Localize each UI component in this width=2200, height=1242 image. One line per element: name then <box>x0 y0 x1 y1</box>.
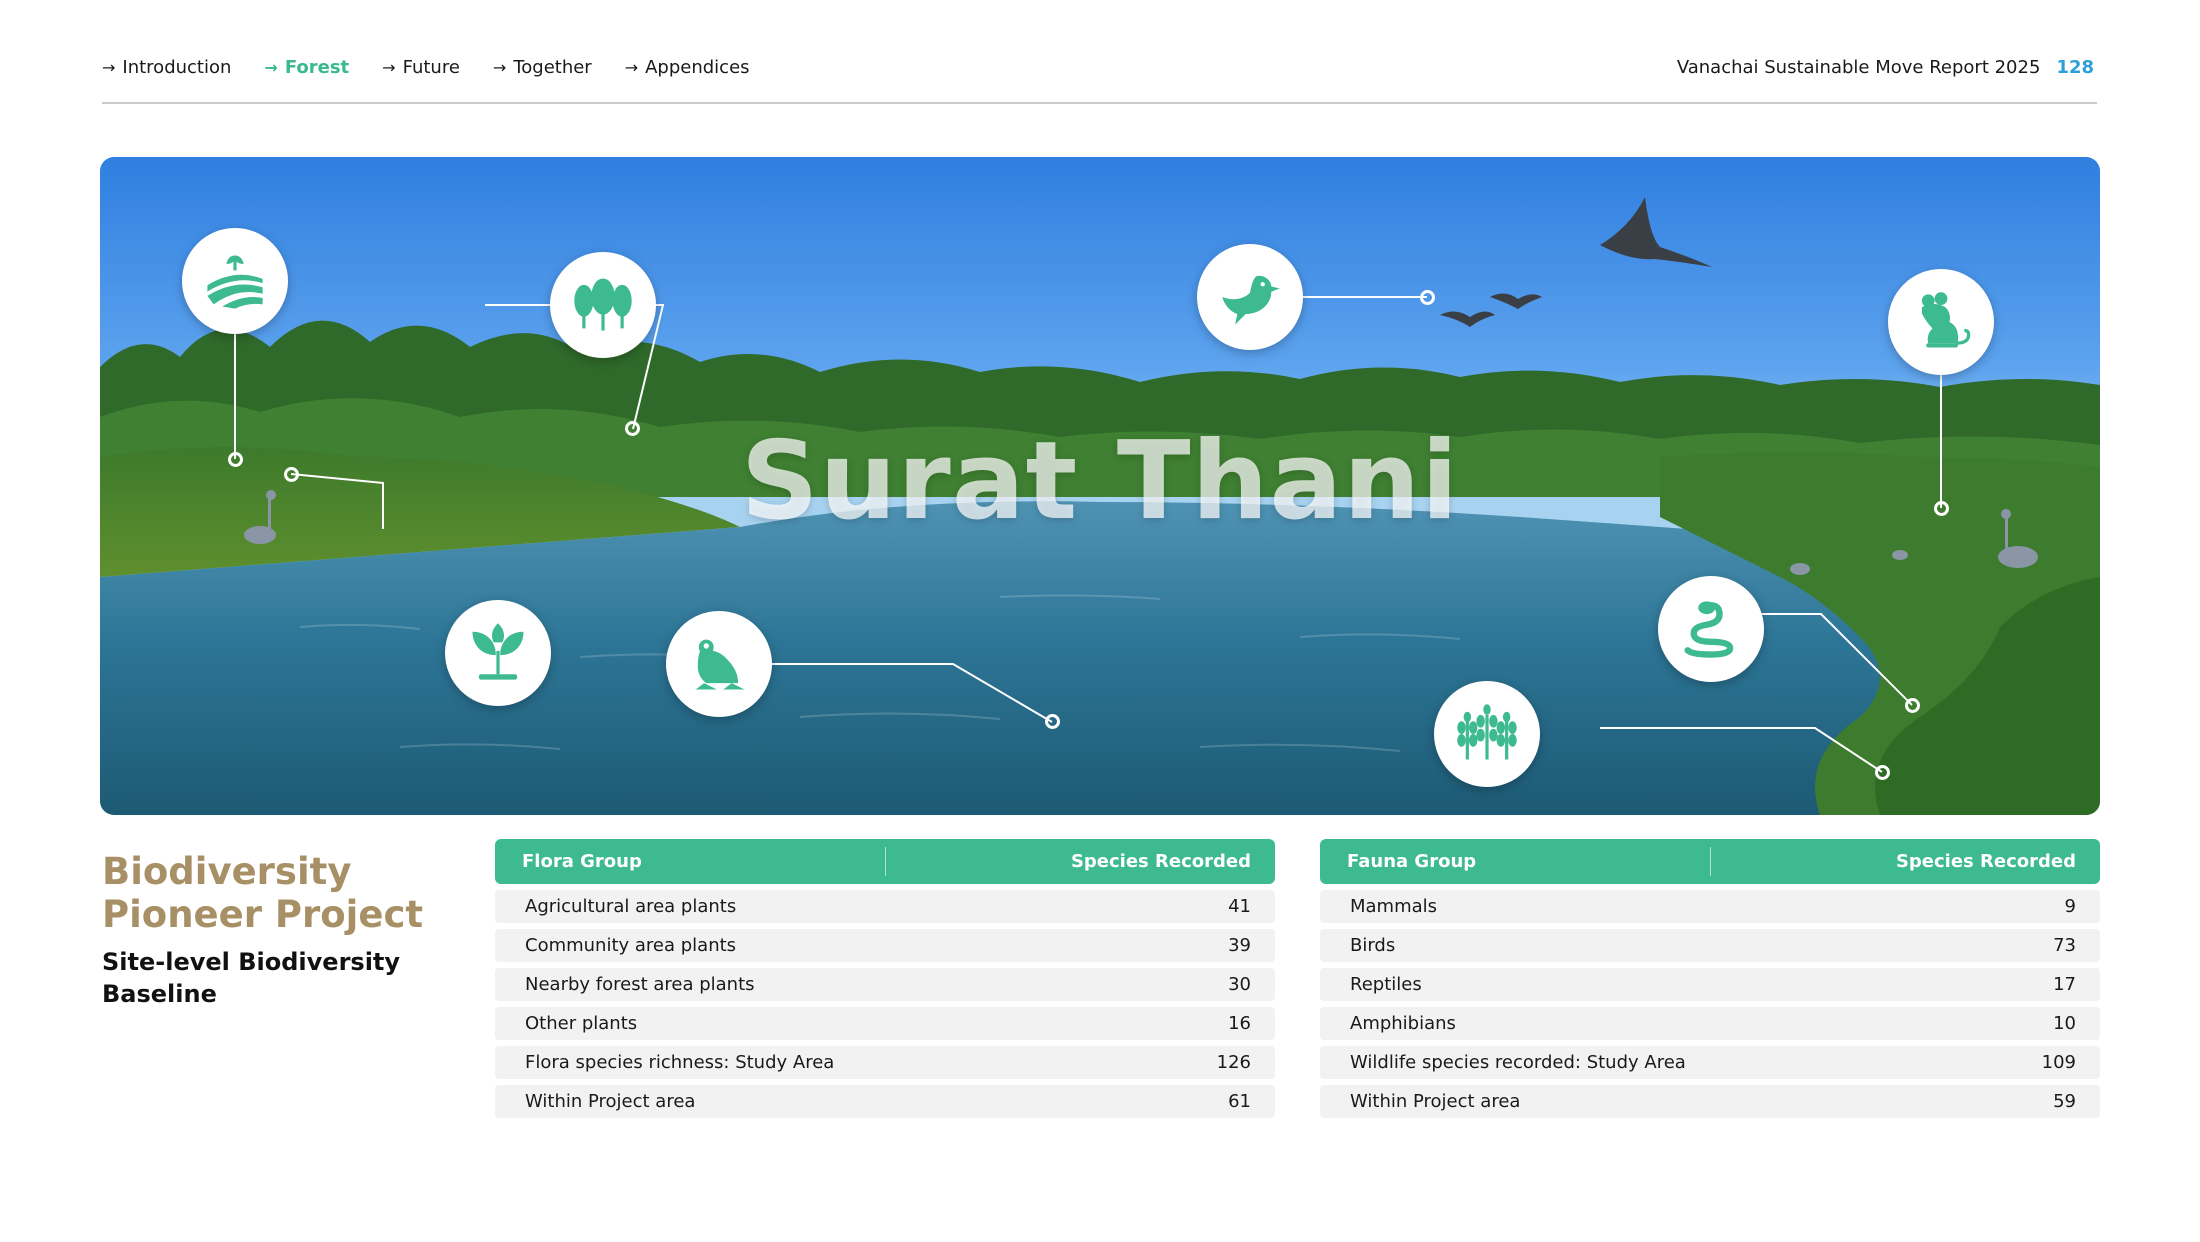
project-subtitle: Site-level Biodiversity Baseline <box>102 948 401 1008</box>
nav-introduction[interactable]: → Introduction <box>102 57 231 78</box>
header-group: Fauna Group <box>1347 851 1477 872</box>
table-row: Other plants 16 <box>495 1007 1275 1040</box>
row-value: 10 <box>2053 1013 2076 1034</box>
row-label: Wildlife species recorded: Study Area <box>1350 1052 1686 1073</box>
row-label: Mammals <box>1350 896 1438 917</box>
row-value: 30 <box>1228 974 1251 995</box>
connector-dot <box>1875 765 1890 780</box>
nav-label: Future <box>402 57 460 78</box>
row-value: 17 <box>2053 974 2076 995</box>
connector-dot <box>1934 501 1949 516</box>
row-label: Agricultural area plants <box>525 896 737 917</box>
header-group: Flora Group <box>522 851 642 872</box>
row-value: 126 <box>1216 1052 1251 1073</box>
arrow-right-icon: → <box>264 58 278 77</box>
row-value: 61 <box>1228 1091 1251 1112</box>
trees-icon[interactable] <box>550 252 656 358</box>
header-divider <box>102 102 2097 104</box>
row-label: Amphibians <box>1350 1013 1456 1034</box>
nav-label: Introduction <box>122 57 232 78</box>
row-label: Reptiles <box>1350 974 1422 995</box>
row-label: Community area plants <box>525 935 737 956</box>
nav-label: Appendices <box>645 57 750 78</box>
row-label: Flora species richness: Study Area <box>525 1052 835 1073</box>
table-header: Fauna Group Species Recorded <box>1320 839 2100 884</box>
row-value: 16 <box>1228 1013 1251 1034</box>
connector-dot <box>1420 290 1435 305</box>
page-number: 128 <box>2056 57 2094 78</box>
table-row: Community area plants 39 <box>495 929 1275 962</box>
header-count: Species Recorded <box>1070 851 1251 872</box>
nav-together[interactable]: → Together <box>493 57 592 78</box>
nav-future[interactable]: → Future <box>382 57 460 78</box>
arrow-right-icon: → <box>382 58 396 77</box>
header-separator <box>1710 847 1711 876</box>
row-value: 59 <box>2053 1091 2076 1112</box>
header-separator <box>885 847 886 876</box>
row-label: Birds <box>1350 935 1396 956</box>
table-row: Mammals 9 <box>1320 890 2100 923</box>
row-value: 73 <box>2053 935 2076 956</box>
row-value: 9 <box>2064 896 2076 917</box>
table-row: Amphibians 10 <box>1320 1007 2100 1040</box>
section-nav: → Introduction → Forest → Future → Toget… <box>102 57 783 78</box>
rodent-icon[interactable] <box>1888 269 1994 375</box>
table-header: Flora Group Species Recorded <box>495 839 1275 884</box>
arrow-right-icon: → <box>102 58 116 77</box>
header-count: Species Recorded <box>1895 851 2076 872</box>
arrow-right-icon: → <box>492 58 507 77</box>
row-label: Within Project area <box>525 1091 696 1112</box>
seedling-icon[interactable] <box>445 600 551 706</box>
nav-label: Forest <box>284 57 350 78</box>
table-row: Wildlife species recorded: Study Area 109 <box>1320 1046 2100 1079</box>
row-value: 39 <box>1228 935 1251 956</box>
nav-forest[interactable]: → Forest <box>264 57 349 78</box>
hero-image: Surat Thani <box>100 157 2100 815</box>
nav-appendices[interactable]: → Appendices <box>625 57 750 78</box>
arrow-right-icon: → <box>624 58 639 77</box>
table-row: Reptiles 17 <box>1320 968 2100 1001</box>
table-row: Flora species richness: Study Area 126 <box>495 1046 1275 1079</box>
connector-dot <box>284 467 299 482</box>
fauna-table: Fauna Group Species Recorded Mammals 9 Bi… <box>1320 839 2100 1118</box>
connector-dot <box>228 452 243 467</box>
connector-lines <box>234 287 1942 773</box>
row-label: Nearby forest area plants <box>525 974 755 995</box>
row-value: 41 <box>1228 896 1251 917</box>
plants-icon[interactable] <box>1434 681 1540 787</box>
connector-dot <box>1905 698 1920 713</box>
frog-icon[interactable] <box>666 611 772 717</box>
flora-table: Flora Group Species Recorded Agricultura… <box>495 839 1275 1118</box>
row-label: Other plants <box>525 1013 638 1034</box>
report-title: Vanachai Sustainable Move Report 2025 <box>1676 57 2041 78</box>
table-row: Nearby forest area plants 30 <box>495 968 1275 1001</box>
project-title: Biodiversity Pioneer Project <box>102 850 424 936</box>
bird-icon[interactable] <box>1197 244 1303 350</box>
connector-dot <box>625 421 640 436</box>
table-row: Birds 73 <box>1320 929 2100 962</box>
report-header: Vanachai Sustainable Move Report 2025 12… <box>1677 57 2094 78</box>
snake-icon[interactable] <box>1658 576 1764 682</box>
row-value: 109 <box>2041 1052 2076 1073</box>
nav-label: Together <box>513 57 592 78</box>
table-row: Agricultural area plants 41 <box>495 890 1275 923</box>
connector-dot <box>1045 714 1060 729</box>
row-label: Within Project area <box>1350 1091 1521 1112</box>
table-row: Within Project area 61 <box>495 1085 1275 1118</box>
farmland-sprout-icon[interactable] <box>182 228 288 334</box>
table-row: Within Project area 59 <box>1320 1085 2100 1118</box>
